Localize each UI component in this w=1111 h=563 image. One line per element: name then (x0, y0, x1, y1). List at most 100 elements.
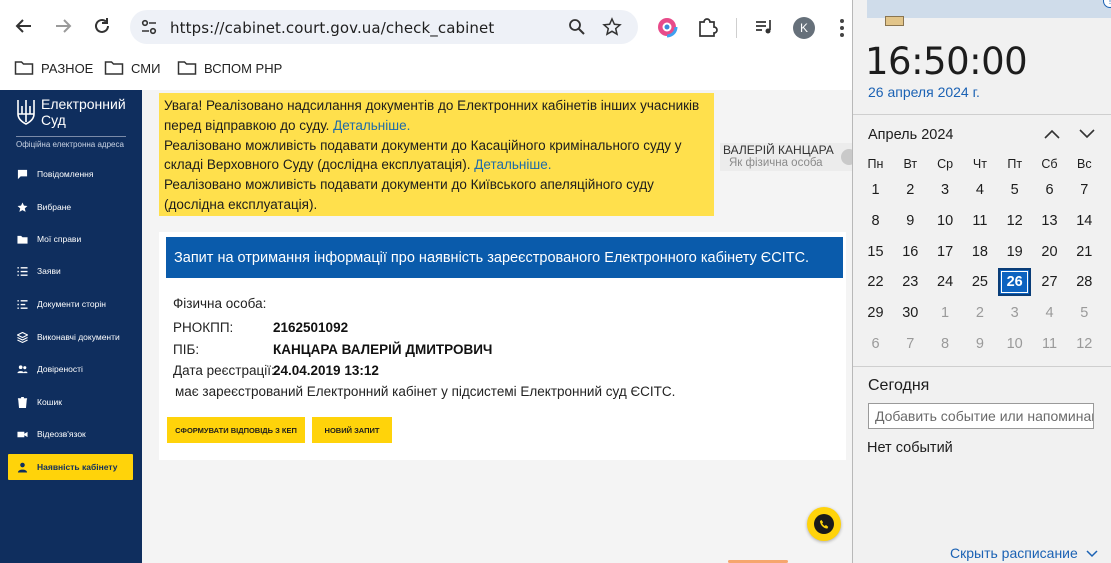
sidebar-item-messages[interactable]: Повідомлення (8, 161, 133, 187)
calendar-month-label[interactable]: Апрель 2024 (868, 127, 953, 143)
bookmark-folder-smi[interactable]: СМИ (104, 60, 160, 76)
sidebar-item-video-call[interactable]: Відеозв'язок (8, 421, 133, 447)
sidebar-item-party-documents[interactable]: Документи сторін (8, 291, 133, 317)
pib-value: КАНЦАРА ВАЛЕРІЙ ДМИТРОВИЧ (273, 342, 493, 357)
calendar-day[interactable]: 7 (894, 330, 927, 358)
sidebar-item-executive-documents[interactable]: Виконавчі документи (8, 324, 133, 350)
profile-avatar[interactable]: K (793, 17, 815, 39)
calendar-day[interactable]: 4 (1033, 299, 1066, 327)
zoom-icon[interactable] (568, 18, 586, 36)
announcement-banner: Увага! Реалізовано надсилання документів… (159, 93, 714, 216)
layers-icon (17, 331, 28, 343)
calendar-day[interactable]: 24 (929, 268, 962, 296)
phone-icon (814, 514, 834, 534)
sidebar-item-trash[interactable]: Кошик (8, 389, 133, 415)
calendar-day[interactable]: 2 (963, 299, 996, 327)
calendar-day[interactable]: 3 (929, 176, 962, 204)
calendar-day[interactable]: 8 (929, 330, 962, 358)
calendar-day[interactable]: 10 (998, 330, 1031, 358)
chevron-up-icon[interactable] (1043, 126, 1061, 142)
calendar-day[interactable]: 6 (859, 330, 892, 358)
sidebar-item-applications[interactable]: Заяви (8, 258, 133, 284)
sidebar: Електронний Суд Офіційна електронна адре… (0, 90, 142, 563)
calendar-day[interactable]: 21 (1068, 238, 1101, 266)
add-event-input[interactable]: Добавить событие или напоминание (868, 403, 1094, 429)
calendar-day[interactable]: 1 (859, 176, 892, 204)
calendar-day[interactable]: 29 (859, 299, 892, 327)
calendar-day[interactable]: 19 (998, 238, 1031, 266)
media-controls-icon[interactable] (753, 16, 775, 38)
browser-menu-button[interactable] (834, 17, 850, 39)
calendar-day[interactable]: 28 (1068, 268, 1101, 296)
details-link-1[interactable]: Детальніше. (333, 118, 410, 133)
calendar-day-today[interactable]: 26 (998, 268, 1032, 297)
calendar-day[interactable]: 14 (1068, 207, 1101, 235)
calendar-day[interactable]: 11 (963, 207, 996, 235)
calendar-day[interactable]: 15 (859, 238, 892, 266)
site-logo[interactable]: Електронний Суд Офіційна електронна адре… (16, 96, 131, 156)
folder-icon (177, 61, 197, 75)
calendar-day[interactable]: 13 (1033, 207, 1066, 235)
sidebar-item-cabinet-check[interactable]: Наявність кабінету (8, 454, 133, 480)
extensions-puzzle-icon[interactable] (696, 16, 718, 38)
chevron-down-icon[interactable] (1078, 126, 1096, 142)
calendar-day[interactable]: 6 (1033, 176, 1066, 204)
list-icon (17, 266, 28, 276)
address-bar[interactable]: https://cabinet.court.gov.ua/check_cabin… (130, 10, 638, 44)
calendar-day[interactable]: 2 (894, 176, 927, 204)
info-icon[interactable]: ! (1103, 0, 1111, 8)
calendar-day[interactable]: 1 (929, 299, 962, 327)
calendar-day[interactable]: 18 (963, 238, 996, 266)
taskbar-thumbnail[interactable] (885, 16, 904, 26)
calendar-day[interactable]: 25 (963, 268, 996, 296)
calendar-day[interactable]: 5 (998, 176, 1031, 204)
calendar-week-row: 8 9 10 11 12 13 14 (859, 207, 1104, 237)
forward-button[interactable] (49, 12, 77, 40)
call-button[interactable] (807, 507, 841, 541)
calendar-day[interactable]: 7 (1068, 176, 1101, 204)
sidebar-item-powers-of-attorney[interactable]: Довіреності (8, 356, 133, 382)
bookmark-star-icon[interactable] (602, 17, 622, 37)
calendar-day[interactable]: 8 (859, 207, 892, 235)
calendar-day[interactable]: 11 (1033, 330, 1066, 358)
bookmark-folder-raznoe[interactable]: РАЗНОЕ (14, 60, 93, 76)
new-request-button[interactable]: НОВИЙ ЗАПИТ (312, 417, 392, 443)
calendar-day[interactable]: 9 (963, 330, 996, 358)
calendar-day[interactable]: 17 (929, 238, 962, 266)
sidebar-item-favorites[interactable]: Вибране (8, 194, 133, 220)
site-settings-icon[interactable] (140, 18, 158, 36)
calendar-day[interactable]: 12 (998, 207, 1031, 235)
calendar-day[interactable]: 4 (963, 176, 996, 204)
calendar-day[interactable]: 9 (894, 207, 927, 235)
calendar-day[interactable]: 30 (894, 299, 927, 327)
reload-button[interactable] (88, 12, 116, 40)
calendar-day[interactable]: 16 (894, 238, 927, 266)
details-link-2[interactable]: Детальніше. (474, 157, 551, 172)
clock-date[interactable]: 26 апреля 2024 г. (868, 84, 980, 100)
url-text[interactable]: https://cabinet.court.gov.ua/check_cabin… (170, 19, 494, 37)
trash-icon (17, 396, 28, 408)
calendar-day[interactable]: 20 (1033, 238, 1066, 266)
calendar-week-row: 15 16 17 18 19 20 21 (859, 238, 1104, 268)
arrow-right-icon (56, 19, 72, 33)
logo-subtitle: Офіційна електронна адреса (16, 140, 124, 149)
calendar-day[interactable]: 3 (998, 299, 1031, 327)
color-extension-icon[interactable] (656, 16, 678, 38)
calendar-week-row: 1234567 (859, 176, 1104, 206)
rnokpp-label: РНОКПП: (173, 320, 234, 335)
calendar-day[interactable]: 12 (1068, 330, 1101, 358)
form-response-button[interactable]: СФОРМУВАТИ ВІДПОВІДЬ З КЕП (167, 417, 305, 443)
message-icon (17, 169, 28, 179)
calendar-day[interactable]: 27 (1033, 268, 1066, 296)
calendar-day[interactable]: 23 (894, 268, 927, 296)
hide-schedule-button[interactable]: Скрыть расписание (950, 545, 1098, 561)
user-menu[interactable]: ВАЛЕРІЙ КАНЦАРА Як фізична особа (720, 143, 857, 171)
back-button[interactable] (10, 12, 38, 40)
calendar-day[interactable]: 5 (1068, 299, 1101, 327)
calendar-day[interactable]: 22 (859, 268, 892, 296)
logo-divider (16, 136, 126, 137)
trident-icon (17, 100, 35, 125)
sidebar-item-my-cases[interactable]: Мої справи (8, 226, 133, 252)
bookmark-folder-vspom-php[interactable]: ВСПОМ PHP (177, 60, 282, 76)
calendar-day[interactable]: 10 (929, 207, 962, 235)
